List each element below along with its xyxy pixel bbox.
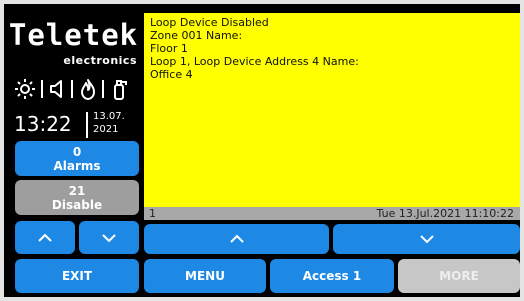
scroll-down-button[interactable] [333,224,520,254]
icon-separator [41,80,43,98]
message-line: Office 4 [150,68,193,81]
event-datetime: Tue 13.Jul.2021 11:10:22 [376,207,514,220]
chevron-down-icon [419,235,434,244]
clock-date-day: 13.07. [93,111,125,122]
brand-tagline: electronics [63,54,137,67]
chevron-down-icon [102,233,116,242]
message-line: Zone 001 Name: [150,29,243,42]
clock-time: 13:22 [14,112,72,136]
fire-extinguisher-icon [114,80,127,100]
status-icons [14,74,142,104]
icon-separator [71,80,73,98]
clock: 13:22 13.07. 2021 [4,110,143,140]
scroll-up-left-button[interactable] [15,221,75,254]
chevron-up-icon [38,233,52,242]
scroll-up-button[interactable] [144,224,329,254]
message-line: Loop Device Disabled [150,16,269,29]
brand-logo: Teletek [8,18,139,52]
access-level-button[interactable]: Access 1 [270,259,394,293]
sun-icon [15,79,35,99]
message-line: Floor 1 [150,42,188,55]
message-line: Loop 1, Loop Device Address 4 Name: [150,55,359,68]
event-index: 1 [149,207,156,220]
alarms-label: Alarms [53,158,101,173]
disable-count: 21 [68,183,86,198]
alarms-count: 0 [72,144,82,159]
flame-icon [81,79,95,100]
menu-button[interactable]: MENU [144,259,266,293]
icon-separator [102,80,104,98]
chevron-up-icon [229,234,244,243]
clock-separator [86,112,88,138]
more-button[interactable]: MORE [398,259,520,293]
disable-label: Disable [51,197,103,212]
clock-date-year: 2021 [93,124,119,135]
alarms-button[interactable]: 0 Alarms [15,141,139,176]
disable-button[interactable]: 21 Disable [15,180,139,215]
exit-button[interactable]: EXIT [15,259,139,293]
message-display: Loop Device Disabled Zone 001 Name: Floor … [144,13,520,209]
status-bar: 1 Tue 13.Jul.2021 11:10:22 [144,207,520,220]
speaker-icon [50,80,62,98]
clock-date: 13.07. 2021 [93,110,125,136]
message-text: Loop Device Disabled Zone 001 Name: Floor … [150,16,359,81]
scroll-down-left-button[interactable] [79,221,139,254]
